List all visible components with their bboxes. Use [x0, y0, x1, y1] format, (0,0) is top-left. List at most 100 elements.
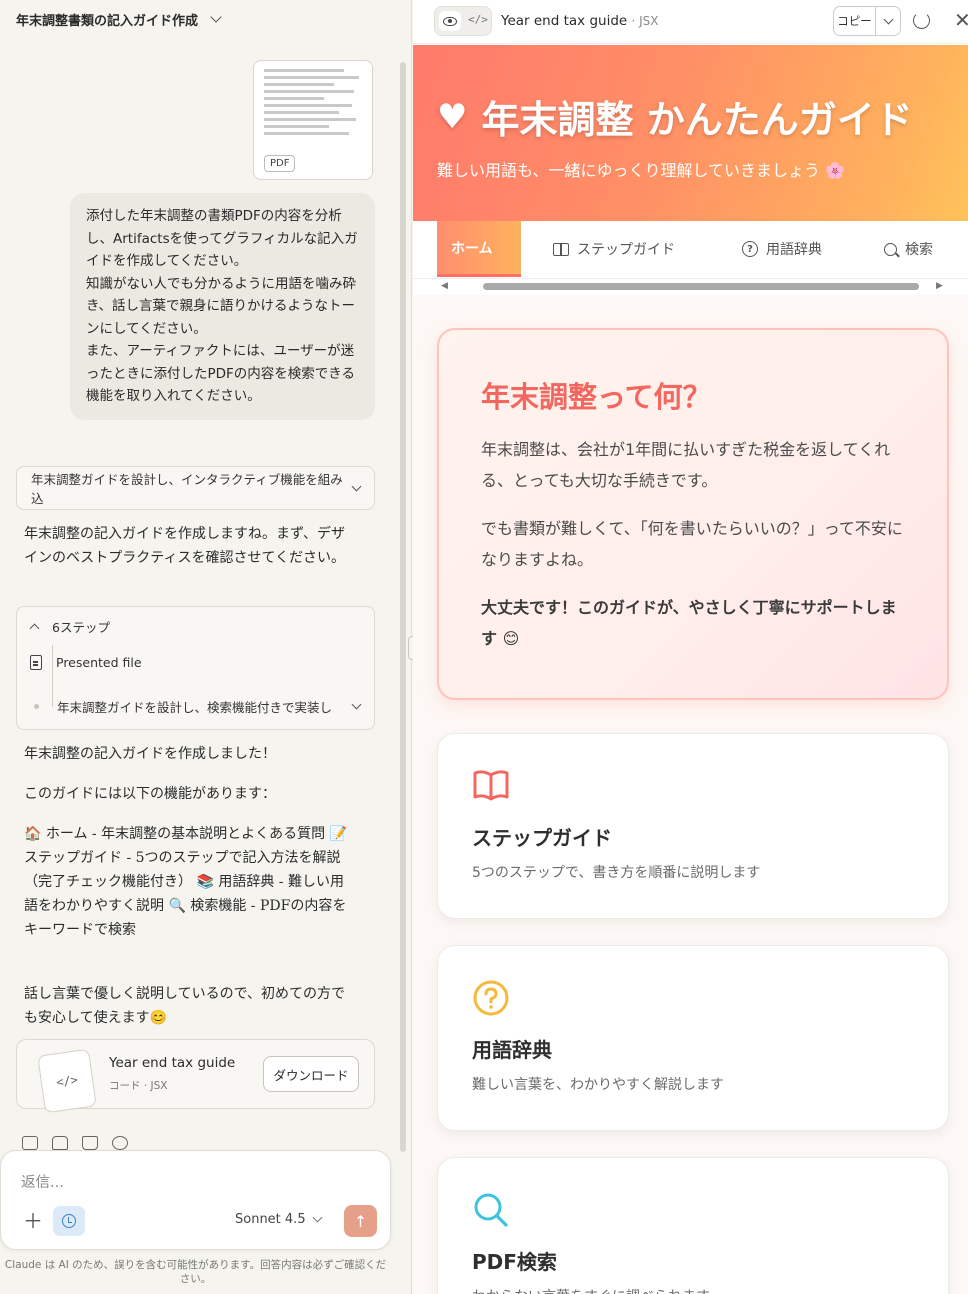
hero-banner: ♥ 年末調整 かんたんガイド 難しい用語も、一緒にゆっくり理解していきましょう … — [413, 45, 968, 221]
book-open-icon — [473, 770, 509, 801]
retry-icon[interactable] — [112, 1136, 128, 1150]
user-message-line: 知識がない人でも分かるように用語を噛み砕き、話し言葉で親身に語りかけるようなトー… — [86, 275, 356, 337]
intro-paragraph: 年末調整は、会社が1年間に払いすぎた税金を返してくれる、とっても大切な手続きです… — [481, 440, 891, 490]
book-icon — [553, 242, 569, 256]
hero-title: ♥ 年末調整 かんたんガイド — [437, 89, 913, 144]
tab-glossary[interactable]: ? 用語辞典 — [742, 221, 822, 277]
user-message-line: また、アーティファクトには、ユーザーが迷ったときに添付したPDFの内容を検索でき… — [86, 343, 356, 404]
assistant-reply-done: 年末調整の記入ガイドを作成しました！ — [24, 746, 276, 762]
assistant-closing: 話し言葉で優しく説明しているので、初めての方でも安心して使えます😊 — [24, 986, 346, 1026]
chat-header: 年末調整書類の記入ガイド作成 — [0, 0, 411, 38]
chevron-down-icon — [351, 481, 362, 491]
intro-heading: 年末調整って何？ — [481, 380, 712, 414]
artifact-card-subtitle: コード · JSX — [109, 1080, 168, 1092]
artifact-title-text: Year end tax guide — [501, 13, 628, 29]
model-name: Sonnet 4.5 — [235, 1212, 306, 1227]
feature-card-glossary[interactable]: 用語辞典 難しい言葉を、わかりやすく解説します — [437, 945, 949, 1131]
intro-paragraph: でも書類が難しくて、「何を書いたらいいの？」って不安になりますよね。 — [481, 519, 903, 569]
history-button[interactable] — [53, 1206, 85, 1236]
plus-icon[interactable]: ＋ — [23, 1211, 43, 1231]
disclaimer: Claude は AI のため、誤りを含む可能性があります。回答内容は必ずご確認… — [4, 1259, 387, 1285]
tool-steps: 6ステップ Presented file 年末調整ガイドを設計し、検索機能付きで… — [16, 606, 375, 730]
eye-icon — [443, 16, 457, 26]
preview-button[interactable] — [439, 11, 461, 31]
chevron-down-icon — [312, 1212, 323, 1223]
pdf-attachment-thumbnail[interactable]: PDF — [253, 60, 373, 180]
scroll-left-icon[interactable]: ◀ — [441, 281, 448, 291]
tab-home-label: ホーム — [451, 240, 493, 257]
search-icon — [474, 1193, 508, 1227]
chevron-down-icon[interactable] — [210, 11, 222, 23]
copy-dropdown[interactable] — [876, 7, 900, 35]
chat-scrollbar[interactable] — [400, 62, 406, 1152]
chat-pane: 年末調整書類の記入ガイド作成 PDF 添付した年末調整の書類PDFの内容を分析し… — [0, 0, 412, 1294]
steps-toggle[interactable]: 6ステップ — [17, 617, 374, 636]
feature-card-pdf-search[interactable]: PDF検索 わからない言葉をすぐに調べられます — [437, 1157, 949, 1294]
feature-description: わからない言葉をすぐに調べられます — [472, 1286, 710, 1294]
nav-tabs: ホーム ステップガイド ? 用語辞典 検索 — [413, 221, 968, 279]
artifact-pane: </> Year end tax guide · JSX コピー ✕ ♥ 年末調… — [413, 0, 968, 1294]
artifact-card[interactable]: </> Year end tax guide コード · JSX ダウンロード — [16, 1039, 375, 1114]
assistant-reply-intro: 年末調整の記入ガイドを作成しますね。まず、デザインのベストプラクティスを確認させ… — [24, 526, 346, 566]
tab-search-label: 検索 — [905, 242, 933, 258]
thinking-summary[interactable]: 年末調整ガイドを設計し、インタラクティブ機能を組み込 — [16, 466, 375, 510]
tab-step-guide[interactable]: ステップガイド — [553, 221, 675, 277]
copy-button[interactable]: コピー — [834, 7, 876, 35]
preview-code-toggle[interactable]: </> — [434, 6, 492, 36]
chevron-up-icon — [29, 623, 40, 634]
code-file-icon: </> — [37, 1048, 97, 1114]
close-icon[interactable]: ✕ — [954, 8, 968, 32]
feature-description: 難しい言葉を、わかりやすく解説します — [472, 1077, 724, 1093]
heart-icon: ♥ — [437, 96, 468, 137]
user-message: 添付した年末調整の書類PDFの内容を分析し、Artifactsを使ってグラフィカ… — [70, 193, 375, 420]
thumbs-up-icon[interactable] — [52, 1136, 68, 1150]
tab-search[interactable]: 検索 — [884, 221, 933, 277]
artifact-title: Year end tax guide · JSX — [501, 13, 659, 29]
feature-description: 5つのステップで、書き方を順番に説明します — [472, 865, 761, 881]
tab-home[interactable]: ホーム — [437, 221, 521, 277]
model-selector[interactable]: Sonnet 4.5 — [235, 1212, 323, 1227]
scroll-thumb[interactable] — [483, 283, 919, 290]
code-icon[interactable]: </> — [468, 13, 488, 26]
tabs-scrollbar[interactable]: ◀ ▶ — [413, 280, 968, 294]
feature-title: PDF検索 — [472, 1250, 557, 1274]
thinking-summary-label: 年末調整ガイドを設計し、インタラクティブ機能を組み込 — [31, 472, 343, 506]
last-step-label: 年末調整ガイドを設計し、検索機能付きで実装し — [57, 700, 333, 715]
intro-card: 年末調整って何？ 年末調整は、会社が1年間に払いすぎた税金を返してくれる、とって… — [437, 328, 949, 700]
step-dot — [34, 704, 39, 709]
intro-paragraph-bold: 大丈夫です！このガイドが、やさしく丁寧にサポートします 😊 — [481, 598, 897, 648]
send-button[interactable]: ↑ — [344, 1205, 377, 1237]
copy-icon[interactable] — [22, 1136, 38, 1150]
chevron-down-icon — [351, 699, 362, 710]
artifact-type: · JSX — [631, 14, 659, 28]
reply-input[interactable]: 返信... — [21, 1171, 64, 1192]
presented-file-label: Presented file — [56, 655, 142, 670]
download-button[interactable]: ダウンロード — [263, 1056, 359, 1092]
tab-step-guide-label: ステップガイド — [577, 242, 675, 258]
user-message-line: 添付した年末調整の書類PDFの内容を分析し、Artifactsを使ってグラフィカ… — [86, 208, 358, 269]
chat-title[interactable]: 年末調整書類の記入ガイド作成 — [16, 10, 198, 29]
step-last[interactable]: 年末調整ガイドを設計し、検索機能付きで実装し — [17, 697, 374, 716]
feature-card-step-guide[interactable]: ステップガイド 5つのステップで、書き方を順番に説明します — [437, 733, 949, 919]
refresh-icon[interactable] — [913, 12, 930, 29]
message-composer: 返信... ＋ Sonnet 4.5 ↑ — [0, 1150, 391, 1250]
chevron-down-icon — [883, 14, 893, 24]
hero-title-text: 年末調整 かんたんガイド — [481, 97, 913, 142]
file-icon — [30, 655, 42, 670]
copy-button-group[interactable]: コピー — [833, 6, 901, 36]
help-circle-icon: ? — [742, 241, 758, 257]
message-actions — [22, 1136, 128, 1150]
tab-glossary-label: 用語辞典 — [766, 242, 822, 258]
hero-subtitle: 難しい用語も、一緒にゆっくり理解していきましょう 🌸 — [437, 161, 846, 180]
arrow-up-icon: ↑ — [353, 1211, 368, 1231]
pdf-badge: PDF — [264, 155, 296, 172]
thumbs-down-icon[interactable] — [82, 1136, 98, 1150]
clock-icon — [62, 1214, 76, 1228]
assistant-features-intro: このガイドには以下の機能があります： — [24, 786, 276, 802]
step-presented-file[interactable]: Presented file — [17, 655, 374, 670]
search-icon — [884, 242, 897, 256]
artifact-card-title: Year end tax guide — [109, 1055, 236, 1071]
artifact-content: 年末調整って何？ 年末調整は、会社が1年間に払いすぎた税金を返してくれる、とって… — [413, 295, 968, 1294]
artifact-toolbar: </> Year end tax guide · JSX コピー ✕ — [413, 0, 968, 44]
scroll-right-icon[interactable]: ▶ — [936, 281, 943, 291]
